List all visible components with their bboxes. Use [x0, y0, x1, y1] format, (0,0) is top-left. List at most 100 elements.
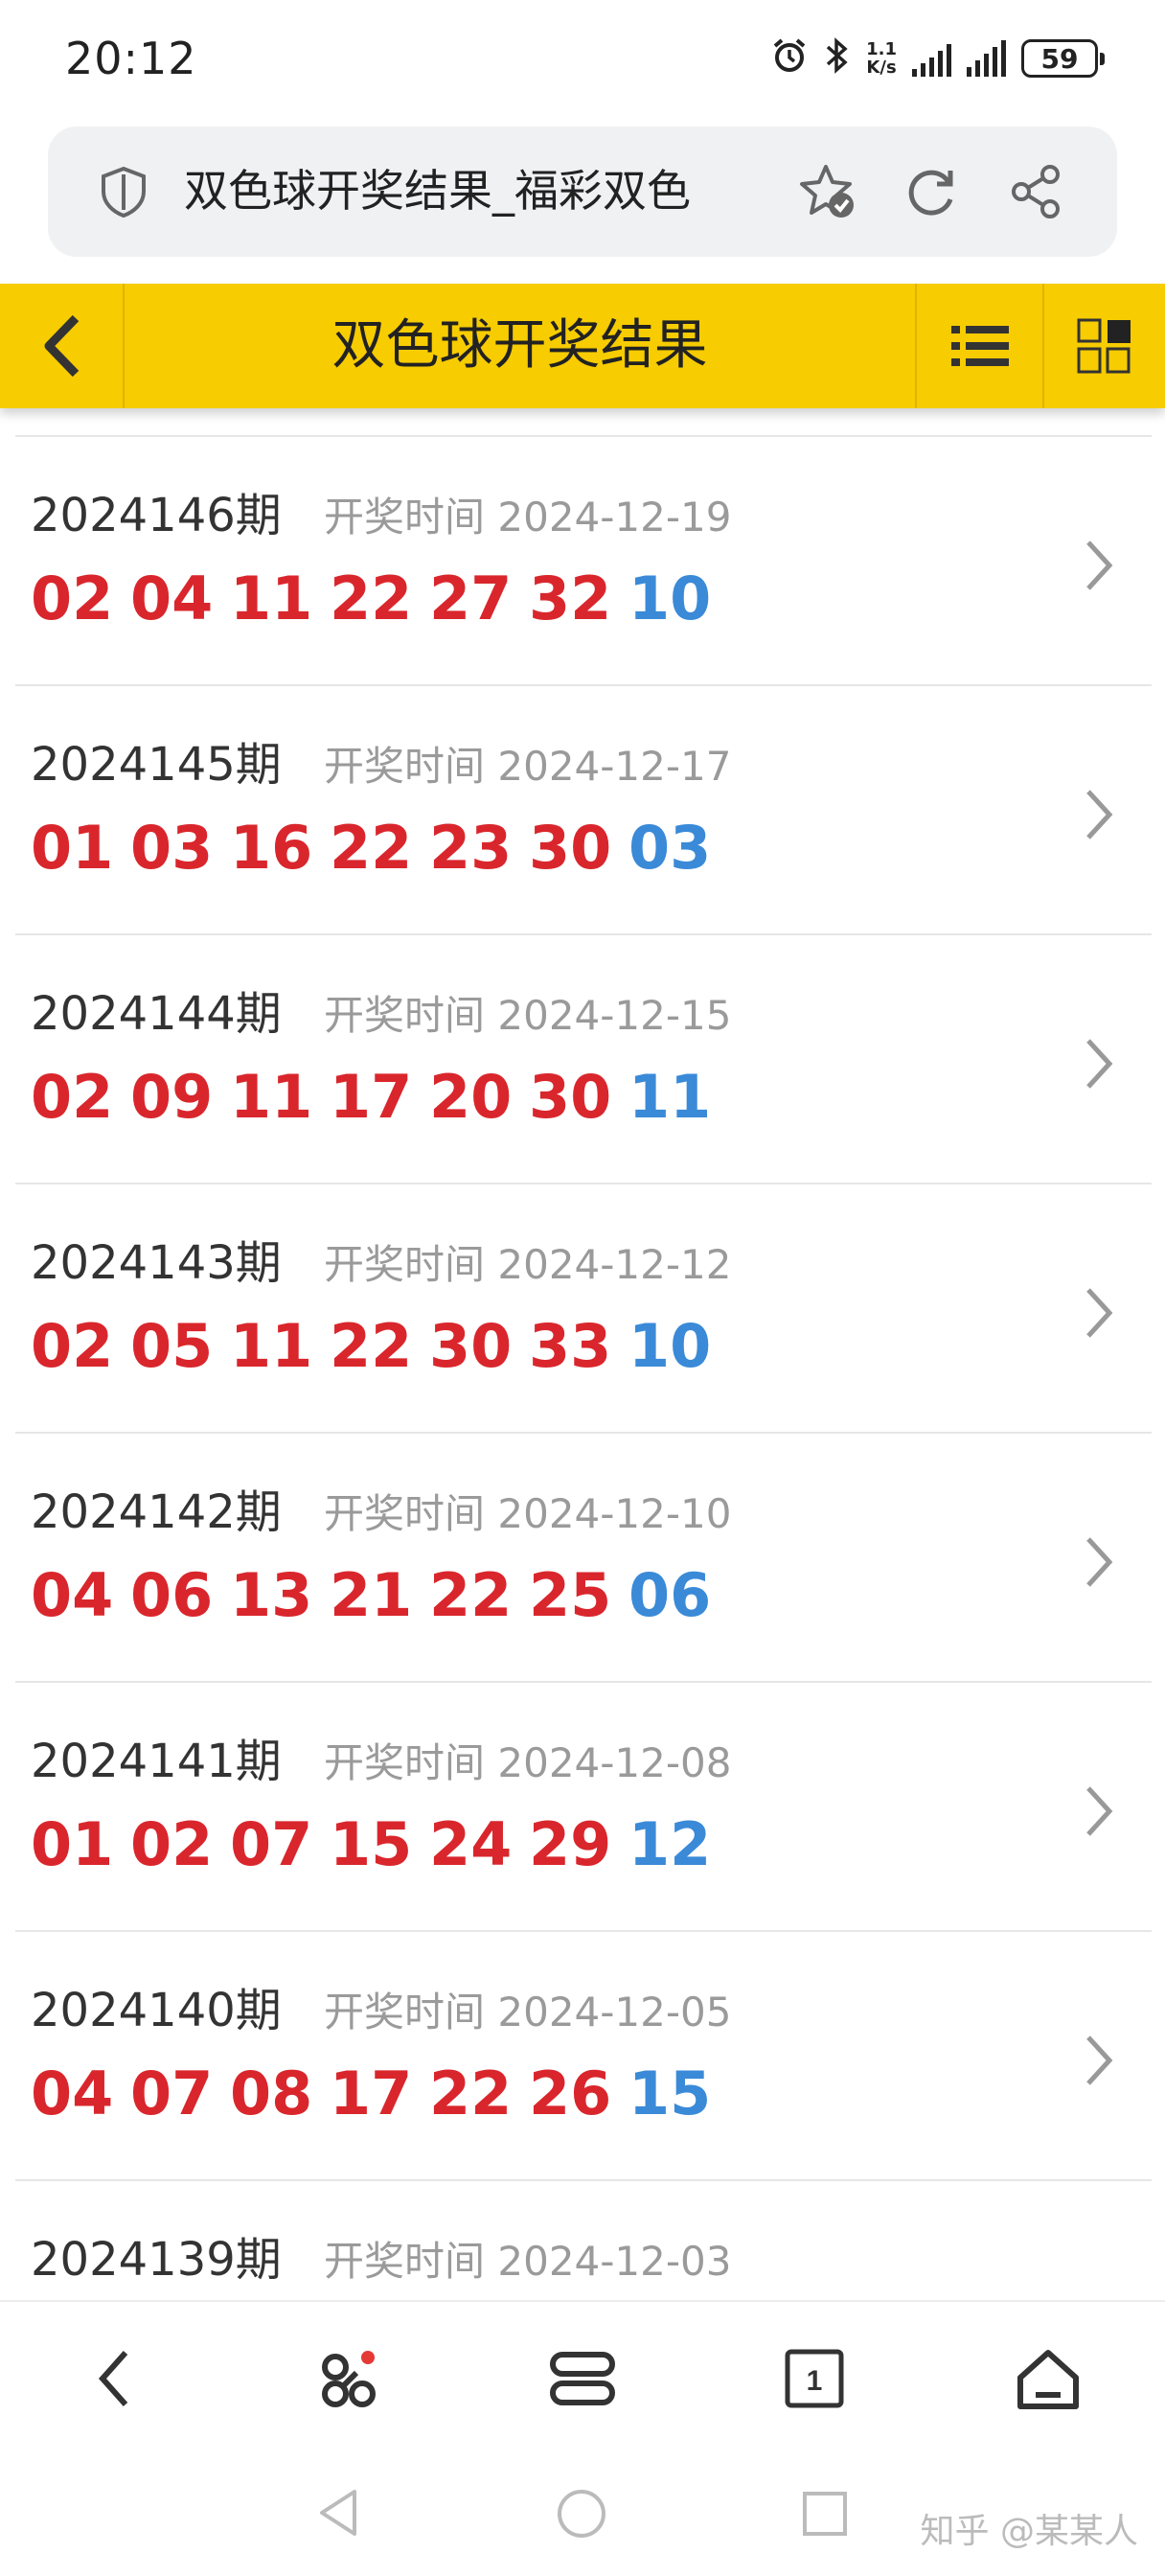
features-icon — [322, 2351, 376, 2407]
red-ball: 15 — [330, 1809, 413, 1879]
red-ball: 11 — [230, 1062, 313, 1132]
red-ball: 20 — [429, 1062, 513, 1132]
draw-issue: 2024139期 — [31, 2233, 282, 2287]
chevron-right-icon — [1086, 540, 1113, 590]
red-ball: 07 — [130, 2058, 214, 2128]
red-ball: 13 — [230, 1560, 313, 1630]
draw-date: 开奖时间 2024-12-17 — [324, 743, 732, 790]
red-ball: 02 — [31, 1062, 114, 1132]
chevron-right-icon — [1086, 1537, 1113, 1587]
app-header: 双色球开奖结果 — [0, 284, 1165, 408]
draw-numbers: 01 03 16 22 23 30 03 — [31, 813, 728, 883]
red-ball: 30 — [529, 1062, 612, 1132]
status-bar: 20:12 1.1 K/s 59 — [0, 0, 1165, 115]
blue-ball: 12 — [628, 1809, 712, 1879]
status-time: 20:12 — [65, 33, 197, 84]
signal-icon — [912, 40, 951, 77]
draw-row[interactable]: 2024146期 开奖时间 2024-12-19 02 04 11 22 27 … — [15, 435, 1152, 684]
alarm-icon — [770, 36, 809, 81]
system-recents-icon[interactable] — [801, 2490, 849, 2538]
draw-date: 开奖时间 2024-12-03 — [324, 2238, 732, 2285]
battery-level: 59 — [1040, 42, 1079, 75]
header-title: 双色球开奖结果 — [331, 314, 708, 377]
favorite-star-icon[interactable] — [797, 161, 858, 222]
chevron-right-icon — [1086, 1786, 1113, 1836]
draw-numbers: 04 07 08 17 22 26 15 — [31, 2058, 728, 2128]
features-button[interactable] — [310, 2340, 387, 2417]
draw-numbers: 01 02 07 15 24 29 12 — [31, 1809, 728, 1879]
nav-back-button[interactable] — [77, 2340, 153, 2417]
red-ball: 06 — [130, 1560, 214, 1630]
page-title[interactable]: 双色球开奖结果_福彩双色 — [184, 161, 778, 220]
tabs-button[interactable]: 1 — [776, 2340, 853, 2417]
red-ball: 09 — [130, 1062, 214, 1132]
draw-numbers: 02 09 11 17 20 30 11 — [31, 1062, 728, 1132]
draw-issue: 2024145期 — [31, 738, 282, 792]
draw-row[interactable]: 2024140期 开奖时间 2024-12-05 04 07 08 17 22 … — [15, 1930, 1152, 2179]
red-ball: 22 — [330, 564, 413, 633]
share-icon[interactable] — [1006, 161, 1067, 222]
red-ball: 07 — [230, 1809, 313, 1879]
chevron-right-icon — [1086, 2036, 1113, 2085]
browser-address-bar[interactable]: 双色球开奖结果_福彩双色 — [48, 126, 1117, 257]
back-icon — [98, 2351, 128, 2406]
draw-issue: 2024141期 — [31, 1735, 282, 1788]
red-ball: 22 — [429, 2058, 513, 2128]
list-view-button[interactable] — [915, 284, 1042, 408]
draw-row[interactable]: 2024144期 开奖时间 2024-12-15 02 09 11 17 20 … — [15, 933, 1152, 1183]
tabs-icon: 1 — [785, 2349, 844, 2408]
tab-count: 1 — [807, 2365, 823, 2397]
blue-ball: 10 — [628, 1311, 712, 1381]
reload-icon[interactable] — [901, 161, 962, 222]
red-ball: 23 — [429, 813, 513, 883]
system-home-icon[interactable] — [556, 2488, 607, 2540]
menu-button[interactable] — [544, 2340, 621, 2417]
system-back-icon[interactable] — [314, 2486, 362, 2540]
draw-date: 开奖时间 2024-12-19 — [324, 494, 732, 540]
red-ball: 32 — [529, 564, 612, 633]
draw-date: 开奖时间 2024-12-15 — [324, 992, 732, 1039]
draw-issue: 2024146期 — [31, 489, 282, 542]
red-ball: 17 — [330, 2058, 413, 2128]
draw-row[interactable]: 2024143期 开奖时间 2024-12-12 02 05 11 22 30 … — [15, 1183, 1152, 1432]
grid-view-button[interactable] — [1042, 284, 1165, 408]
red-ball: 11 — [230, 1311, 313, 1381]
draw-date: 开奖时间 2024-12-10 — [324, 1490, 732, 1537]
draw-list: 2024146期 开奖时间 2024-12-19 02 04 11 22 27 … — [15, 435, 1152, 2371]
red-ball: 27 — [429, 564, 513, 633]
red-ball: 22 — [429, 1560, 513, 1630]
blue-ball: 11 — [628, 1062, 712, 1132]
red-ball: 01 — [31, 1809, 114, 1879]
home-button[interactable] — [1010, 2340, 1086, 2417]
blue-ball: 10 — [628, 564, 712, 633]
red-ball: 26 — [529, 2058, 612, 2128]
draw-row[interactable]: 2024145期 开奖时间 2024-12-17 01 03 16 22 23 … — [15, 684, 1152, 933]
back-button[interactable] — [0, 284, 125, 408]
draw-numbers: 02 05 11 22 30 33 10 — [31, 1311, 728, 1381]
red-ball: 02 — [31, 1311, 114, 1381]
red-ball: 04 — [130, 564, 214, 633]
battery-icon: 59 — [1021, 39, 1105, 78]
red-ball: 17 — [330, 1062, 413, 1132]
red-ball: 30 — [529, 813, 612, 883]
blue-ball: 15 — [628, 2058, 712, 2128]
blue-ball: 03 — [628, 813, 712, 883]
chevron-right-icon — [1086, 790, 1113, 840]
red-ball: 16 — [230, 813, 313, 883]
red-ball: 33 — [529, 1311, 612, 1381]
red-ball: 30 — [429, 1311, 513, 1381]
red-ball: 02 — [130, 1809, 214, 1879]
red-ball: 22 — [330, 813, 413, 883]
red-ball: 05 — [130, 1311, 214, 1381]
draw-row[interactable]: 2024142期 开奖时间 2024-12-10 04 06 13 21 22 … — [15, 1432, 1152, 1681]
signal-icon — [967, 40, 1006, 77]
bluetooth-icon — [824, 36, 851, 81]
status-icons: 1.1 K/s 59 — [770, 34, 1105, 82]
red-ball: 08 — [230, 2058, 313, 2128]
draw-row[interactable]: 2024141期 开奖时间 2024-12-08 01 02 07 15 24 … — [15, 1681, 1152, 1930]
draw-issue: 2024140期 — [31, 1984, 282, 2037]
red-ball: 24 — [429, 1809, 513, 1879]
watermark: 知乎 @某某人 — [920, 2512, 1138, 2551]
red-ball: 04 — [31, 1560, 114, 1630]
shield-icon[interactable] — [98, 165, 149, 218]
